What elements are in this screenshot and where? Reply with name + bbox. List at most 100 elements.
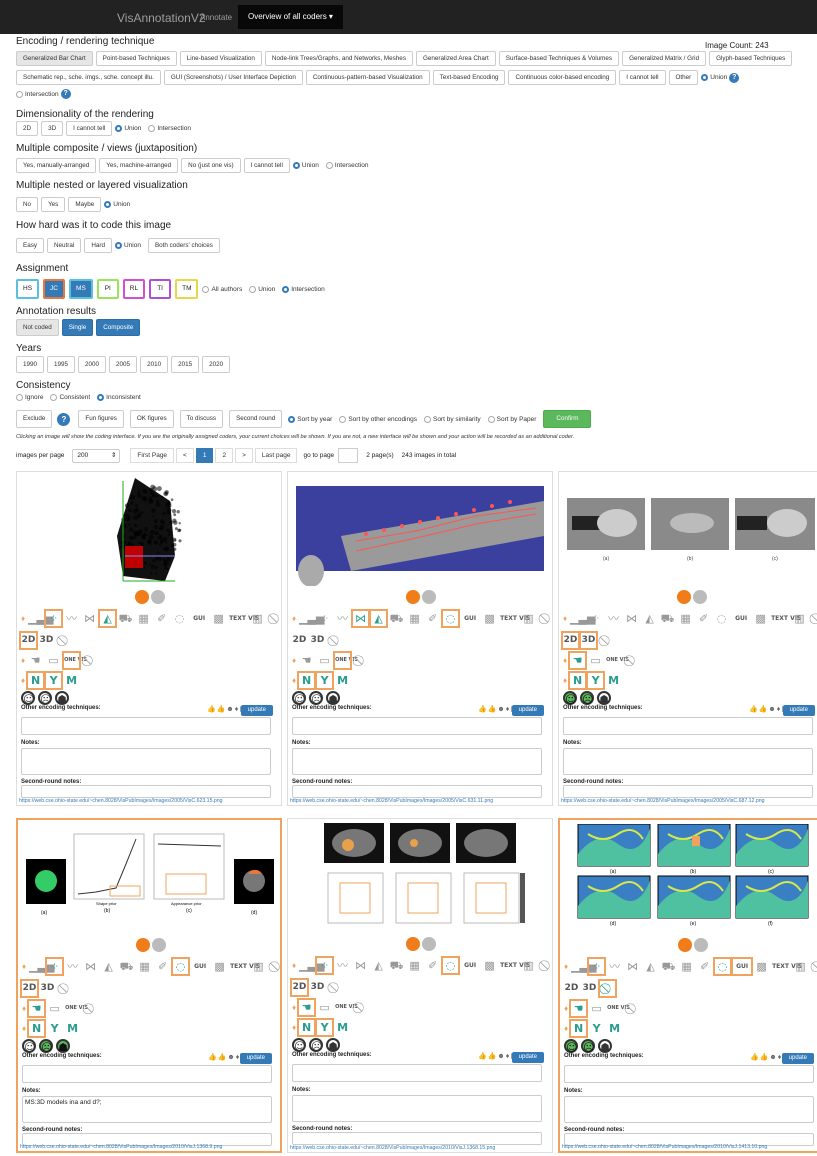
cannot-tell-icon[interactable]: ⃠	[82, 653, 97, 668]
coder-ms-button[interactable]: MS	[69, 279, 93, 299]
matrix-icon[interactable]: ▦	[679, 959, 694, 974]
monitor-icon[interactable]: ▭	[589, 1001, 604, 1016]
page-2-button[interactable]: 2	[215, 448, 233, 463]
2d-icon[interactable]: 2D	[563, 633, 578, 648]
glyph-icon[interactable]: ✐	[154, 611, 169, 626]
pattern-icon[interactable]: ▩	[211, 611, 226, 626]
thumbnail-image[interactable]: (a) (b) (c)(d) (e) (f)	[568, 824, 816, 934]
text-vis-icon[interactable]: TEXT VIS	[772, 959, 790, 974]
surface-icon[interactable]: ⛟	[660, 611, 675, 626]
other-encoding-input[interactable]	[564, 1065, 814, 1083]
neutral-face-icon[interactable]: ☹	[39, 1039, 53, 1053]
hard-face-icon[interactable]: ☗	[326, 691, 340, 705]
results-single-button[interactable]: Single	[62, 319, 94, 336]
image-url-link[interactable]: https://web.cse.ohio-state.edu/~chen.802…	[290, 798, 493, 804]
glyph-icon[interactable]: ✐	[697, 959, 712, 974]
page-1-button[interactable]: 1	[196, 448, 214, 463]
nested-no-icon[interactable]: N	[299, 1020, 314, 1035]
enc-intersection-radio[interactable]: Intersection?	[16, 89, 71, 99]
2d-icon[interactable]: 2D	[292, 633, 307, 648]
nested-yes-icon[interactable]: Y	[589, 1021, 604, 1036]
other-encoding-input[interactable]	[22, 1065, 272, 1083]
node-link-icon[interactable]: ⋈	[353, 958, 368, 973]
color-encoding-icon[interactable]: ▥	[251, 959, 266, 974]
surface-icon[interactable]: ⛟	[119, 959, 134, 974]
hand-arranged-icon[interactable]: ☚	[570, 653, 585, 668]
dim-union-radio[interactable]: Union	[115, 125, 141, 132]
fun-figures-button[interactable]: Fun figures	[78, 410, 124, 428]
neutral-face-icon[interactable]: ☹	[309, 691, 323, 705]
pattern-icon[interactable]: ▩	[753, 611, 768, 626]
nested-maybe-icon[interactable]: M	[335, 673, 350, 688]
update-button[interactable]: update	[782, 1053, 814, 1064]
notes-input[interactable]	[564, 1096, 814, 1123]
notes-input[interactable]	[21, 748, 271, 775]
image-url-link[interactable]: https://web.cse.ohio-state.edu/~chen.802…	[290, 1145, 495, 1151]
assign-all-radio[interactable]: All authors	[202, 286, 242, 293]
year-2010-button[interactable]: 2010	[140, 356, 168, 373]
cannot-tell-icon[interactable]: ⃠	[268, 611, 282, 626]
surface-icon[interactable]: ⛟	[389, 611, 404, 626]
thumbnail-image[interactable]	[25, 476, 273, 586]
hard-neutral-button[interactable]: Neutral	[47, 238, 81, 253]
gui-icon[interactable]: GUI	[733, 959, 751, 974]
image-url-link[interactable]: https://web.cse.ohio-state.edu/~chen.802…	[561, 798, 765, 804]
cannot-tell-icon[interactable]: ⃠	[353, 653, 368, 668]
cannot-tell-icon[interactable]: ⃠	[328, 980, 343, 995]
bar-chart-icon[interactable]: ▁▃▅	[571, 959, 586, 974]
glyph-icon[interactable]: ✐	[425, 611, 440, 626]
line-chart-icon[interactable]: 〰	[64, 611, 79, 626]
area-chart-icon[interactable]: ◭	[101, 959, 116, 974]
hard-hard-button[interactable]: Hard	[84, 238, 112, 253]
coder-hs-button[interactable]: HS	[16, 279, 39, 299]
node-link-icon[interactable]: ⋈	[625, 959, 640, 974]
scatter-icon[interactable]: ⁘	[47, 959, 62, 974]
image-card[interactable]: ♦▁▃▅⁘〰⋈◭⛟▦✐◌GUI▩TEXT VIS▥⃠2D3D⃠♦☚▭ONE VI…	[287, 471, 553, 806]
last-page-button[interactable]: Last page	[255, 448, 298, 463]
neutral-face-icon[interactable]: ☹	[581, 1039, 595, 1053]
hand-arranged-icon[interactable]: ☚	[29, 1001, 44, 1016]
hand-arranged-icon[interactable]: ☚	[299, 653, 314, 668]
comp-machine-button[interactable]: Yes, machine-arranged	[99, 158, 178, 173]
bar-chart-icon[interactable]: ▁▃▅	[299, 958, 314, 973]
pattern-icon[interactable]: ▩	[212, 959, 227, 974]
nested-no-icon[interactable]: N	[570, 673, 585, 688]
gui-icon[interactable]: GUI	[461, 958, 479, 973]
enc-nodelink-button[interactable]: Node-link Trees/Graphs, and Networks, Me…	[265, 51, 413, 66]
cons-inconsistent-radio[interactable]: Inconsistent	[97, 394, 141, 401]
one-vis-icon[interactable]: ONE VIS	[65, 1001, 80, 1016]
thumbnail-image[interactable]	[296, 823, 544, 933]
line-chart-icon[interactable]: 〰	[65, 959, 80, 974]
nav-annotate[interactable]: Annotate	[200, 13, 232, 22]
3d-icon[interactable]: 3D	[310, 633, 325, 648]
coder-jc-button[interactable]: JC	[43, 279, 65, 299]
easy-face-icon[interactable]: ☺	[563, 691, 577, 705]
2d-icon[interactable]: 2D	[292, 980, 307, 995]
app-brand[interactable]: VisAnnotationV2	[117, 11, 206, 25]
enc-area-button[interactable]: Generalized Area Chart	[416, 51, 496, 66]
line-chart-icon[interactable]: 〰	[335, 958, 350, 973]
cons-consistent-radio[interactable]: Consistent	[50, 394, 90, 401]
nested-no-icon[interactable]: N	[571, 1021, 586, 1036]
cannot-tell-icon[interactable]: ⃠	[811, 959, 817, 974]
monitor-icon[interactable]: ▭	[317, 1000, 332, 1015]
coder-tm-button[interactable]: TM	[175, 279, 198, 299]
nested-yes-icon[interactable]: Y	[317, 673, 332, 688]
comp-intersection-radio[interactable]: Intersection	[326, 162, 369, 169]
hard-face-icon[interactable]: ☗	[55, 691, 69, 705]
monitor-icon[interactable]: ▭	[47, 1001, 62, 1016]
nested-maybe-icon[interactable]: M	[335, 1020, 350, 1035]
glyph-icon[interactable]: ✐	[155, 959, 170, 974]
hand-arranged-icon[interactable]: ☚	[299, 1000, 314, 1015]
one-vis-icon[interactable]: ONE VIS	[606, 653, 621, 668]
enc-glyph-button[interactable]: Glyph-based Techniques	[709, 51, 792, 66]
cannot-tell-icon[interactable]: ⃠	[810, 611, 817, 626]
to-discuss-button[interactable]: To discuss	[180, 410, 223, 428]
matrix-icon[interactable]: ▦	[136, 611, 151, 626]
dim-2d-button[interactable]: 2D	[16, 121, 38, 136]
cannot-tell-icon[interactable]: ⃠	[624, 653, 639, 668]
node-link-icon[interactable]: ⋈	[83, 959, 98, 974]
area-chart-icon[interactable]: ◭	[643, 959, 658, 974]
nested-no-icon[interactable]: N	[29, 1021, 44, 1036]
prev-page-button[interactable]: <	[176, 448, 194, 463]
